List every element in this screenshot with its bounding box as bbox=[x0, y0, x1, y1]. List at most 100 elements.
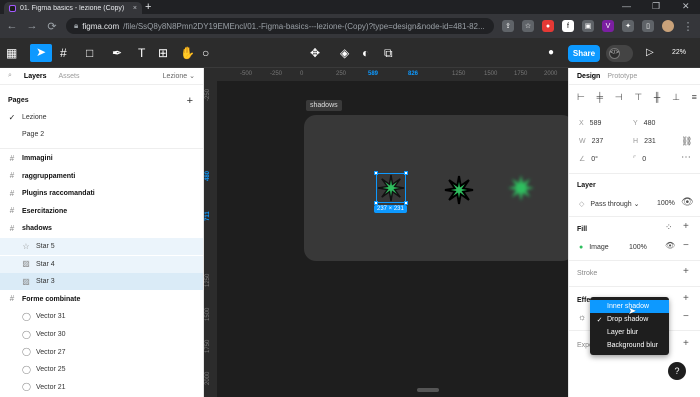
new-tab-button[interactable]: + bbox=[145, 2, 151, 13]
remove-fill-button[interactable]: − bbox=[683, 240, 689, 251]
styles-grid-icon[interactable]: ⁘ bbox=[665, 222, 673, 233]
extension-f-icon[interactable]: f bbox=[562, 20, 574, 32]
canvas-scrollbar[interactable] bbox=[417, 388, 439, 392]
layer-row[interactable]: # raggruppamenti bbox=[0, 168, 203, 185]
layer-row[interactable]: ◯ Vector 25 bbox=[0, 361, 203, 378]
fill-row[interactable]: ● Image bbox=[579, 244, 609, 251]
page-item[interactable]: Page 2 bbox=[0, 126, 203, 143]
move-tool-icon[interactable]: ➤ bbox=[30, 44, 52, 62]
distribute-icon[interactable]: ≡ bbox=[692, 92, 697, 103]
page-switcher[interactable]: Lezione ⌄ bbox=[163, 72, 195, 80]
zoom-level[interactable]: 22% bbox=[672, 45, 686, 61]
more-options-icon[interactable]: ⋯ bbox=[681, 152, 691, 163]
width-field[interactable]: W 237 bbox=[579, 138, 603, 145]
remove-effect-button[interactable]: − bbox=[683, 311, 689, 322]
share-button[interactable]: Share bbox=[568, 45, 600, 62]
layer-row[interactable]: # Plugins raccomandati bbox=[0, 185, 203, 202]
tab-prototype[interactable]: Prototype bbox=[607, 73, 637, 80]
dev-mode-toggle[interactable]: </> bbox=[606, 45, 633, 62]
browser-tab[interactable]: 01. Figma basics - lezione (Copy) × bbox=[4, 2, 142, 14]
tab-layers[interactable]: Layers bbox=[24, 73, 47, 80]
eye-icon[interactable]: 👁︎ bbox=[665, 241, 675, 250]
profile-avatar[interactable] bbox=[662, 20, 674, 32]
extension-red-icon[interactable]: ● bbox=[542, 20, 554, 32]
help-button[interactable]: ? bbox=[668, 362, 686, 380]
layer-row[interactable]: ◯ Vector 31 bbox=[0, 308, 203, 325]
layer-row[interactable]: # shadows bbox=[0, 220, 203, 237]
layer-row[interactable]: ◯ Vector 21 bbox=[0, 379, 203, 396]
layer-row[interactable]: # Esercitazione bbox=[0, 203, 203, 220]
resources-tool-icon[interactable]: ⊞ bbox=[158, 45, 168, 61]
search-icon[interactable]: ⌕ bbox=[8, 72, 12, 80]
align-center-v-icon[interactable]: ╫ bbox=[654, 92, 660, 103]
align-top-icon[interactable]: ⊤ bbox=[634, 92, 642, 103]
effect-settings-icon[interactable]: ☼ bbox=[578, 312, 586, 322]
window-minimize-button[interactable]: — bbox=[622, 1, 631, 11]
star-5-shape[interactable] bbox=[504, 171, 538, 205]
layer-row[interactable]: # Immagini bbox=[0, 150, 203, 167]
text-tool-icon[interactable]: T bbox=[138, 45, 145, 61]
browser-menu-icon[interactable]: ⋮ bbox=[682, 20, 694, 33]
tab-assets[interactable]: Assets bbox=[59, 73, 80, 80]
extension-v-icon[interactable]: V bbox=[602, 20, 614, 32]
collaborator-avatar[interactable]: ● bbox=[548, 45, 554, 61]
fill-opacity[interactable]: 100% bbox=[629, 244, 647, 251]
layer-row[interactable]: ▨ Star 3 bbox=[0, 273, 203, 291]
layer-row[interactable]: # Forme combinate bbox=[0, 291, 203, 308]
align-bottom-icon[interactable]: ⊥ bbox=[672, 92, 680, 103]
resize-handle[interactable] bbox=[374, 171, 378, 175]
url-field[interactable]: 🔒︎ figma.com/file/SsQ8y8N8Pmn2DY19EMEncl… bbox=[66, 18, 494, 34]
shape-tool-icon[interactable]: □ bbox=[86, 45, 93, 61]
resize-handle[interactable] bbox=[404, 171, 408, 175]
page-item[interactable]: ✓ Lezione bbox=[0, 109, 203, 126]
corner-radius-field[interactable]: ⌜ 0 bbox=[633, 155, 646, 163]
add-fill-button[interactable]: + bbox=[683, 221, 689, 232]
boolean-icon[interactable]: ⧉ bbox=[384, 45, 393, 61]
align-center-h-icon[interactable]: ╪ bbox=[597, 92, 603, 103]
align-right-icon[interactable]: ⊣ bbox=[615, 92, 623, 103]
add-effect-button[interactable]: + bbox=[683, 293, 689, 304]
mask-icon[interactable]: ◈ bbox=[340, 45, 349, 61]
frame-label[interactable]: shadows bbox=[306, 100, 342, 111]
align-left-icon[interactable]: ⊢ bbox=[577, 92, 585, 103]
star-4-shape[interactable] bbox=[442, 173, 476, 207]
y-field[interactable]: Y 480 bbox=[633, 120, 655, 127]
star-bookmark-icon[interactable]: ☆ bbox=[522, 20, 534, 32]
forward-button[interactable]: → bbox=[26, 20, 38, 32]
layer-row[interactable]: ◯ Vector 30 bbox=[0, 326, 203, 343]
blend-mode-select[interactable]: ◇ Pass through ⌄ bbox=[579, 200, 639, 208]
add-page-button[interactable]: + bbox=[187, 95, 193, 107]
effect-menu-item[interactable]: Layer blur bbox=[590, 326, 669, 339]
add-stroke-button[interactable]: + bbox=[683, 266, 689, 277]
window-maximize-button[interactable]: ❐ bbox=[652, 1, 660, 12]
extensions-puzzle-icon[interactable]: ✦ bbox=[622, 20, 634, 32]
back-button[interactable]: ← bbox=[6, 20, 18, 32]
present-button[interactable]: ▷ bbox=[646, 45, 654, 61]
main-menu-icon[interactable]: ▦ bbox=[6, 45, 17, 61]
reload-button[interactable]: ⟳ bbox=[46, 20, 58, 33]
layer-row[interactable]: ☆ Star 5 bbox=[0, 238, 203, 255]
eye-icon[interactable]: 👁︎ bbox=[681, 197, 694, 208]
extension-box-icon[interactable]: ▣ bbox=[582, 20, 594, 32]
window-close-button[interactable]: ✕ bbox=[682, 1, 690, 12]
pen-tool-icon[interactable]: ✒ bbox=[112, 45, 122, 61]
contrast-icon[interactable]: ◐ bbox=[362, 45, 369, 61]
x-field[interactable]: X 589 bbox=[579, 120, 601, 127]
constrain-proportions-icon[interactable]: ⛓ bbox=[681, 136, 692, 147]
layer-opacity[interactable]: 100% bbox=[657, 200, 675, 207]
frame-tool-icon[interactable]: # bbox=[60, 45, 67, 61]
height-field[interactable]: H 231 bbox=[633, 138, 656, 145]
sidebar-icon[interactable]: ▯ bbox=[642, 20, 654, 32]
tab-close-icon[interactable]: × bbox=[133, 5, 137, 12]
rotation-field[interactable]: ∠ 0° bbox=[579, 155, 598, 163]
comment-tool-icon[interactable]: ○ bbox=[202, 45, 209, 61]
component-icon[interactable]: ✥ bbox=[310, 45, 320, 61]
share-page-icon[interactable]: ⇪ bbox=[502, 20, 514, 32]
layer-row[interactable]: ◯ Vector 27 bbox=[0, 344, 203, 361]
canvas[interactable]: -500 -250 0 250 589 826 1250 1500 1750 2000 -250 4… bbox=[204, 68, 568, 397]
effect-menu-item[interactable]: Background blur bbox=[590, 339, 669, 352]
hand-tool-icon[interactable]: ✋ bbox=[180, 45, 195, 61]
add-export-button[interactable]: + bbox=[683, 338, 689, 349]
layer-row[interactable]: ▨ Star 4 bbox=[0, 255, 203, 273]
tab-design[interactable]: Design bbox=[577, 73, 600, 80]
